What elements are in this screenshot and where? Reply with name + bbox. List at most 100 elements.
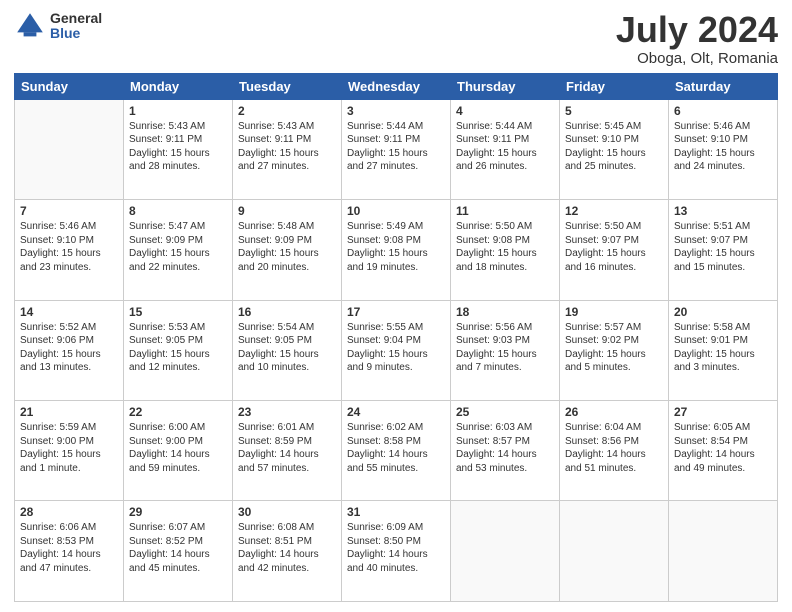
day-number: 17 <box>347 305 445 319</box>
day-info: Sunrise: 6:03 AM Sunset: 8:57 PM Dayligh… <box>456 421 554 475</box>
table-row: 24Sunrise: 6:02 AM Sunset: 8:58 PM Dayli… <box>342 401 451 501</box>
th-saturday: Saturday <box>669 73 778 99</box>
logo-text: General Blue <box>50 11 102 42</box>
day-number: 16 <box>238 305 336 319</box>
header: General Blue July 2024 Oboga, Olt, Roman… <box>14 10 778 67</box>
day-number: 8 <box>129 204 227 218</box>
day-info: Sunrise: 6:00 AM Sunset: 9:00 PM Dayligh… <box>129 421 227 475</box>
table-row: 13Sunrise: 5:51 AM Sunset: 9:07 PM Dayli… <box>669 200 778 300</box>
day-number: 14 <box>20 305 118 319</box>
day-info: Sunrise: 5:44 AM Sunset: 9:11 PM Dayligh… <box>347 120 445 174</box>
day-info: Sunrise: 6:08 AM Sunset: 8:51 PM Dayligh… <box>238 521 336 575</box>
table-row: 19Sunrise: 5:57 AM Sunset: 9:02 PM Dayli… <box>560 300 669 400</box>
table-row: 25 Sunrise: 6:03 AM Sunset: 8:57 PM Dayli… <box>451 401 560 501</box>
day-info: Sunrise: 6:04 AM Sunset: 8:56 PM Dayligh… <box>565 421 663 475</box>
day-number: 4 <box>456 104 554 118</box>
calendar-week-row: 14 Sunrise: 5:52 AM Sunset: 9:06 PM Dayli… <box>15 300 778 400</box>
table-row: 29 Sunrise: 6:07 AM Sunset: 8:52 PM Dayli… <box>124 501 233 602</box>
logo-blue: Blue <box>50 26 102 41</box>
logo: General Blue <box>14 10 102 42</box>
table-row: 21Sunrise: 5:59 AM Sunset: 9:00 PM Dayli… <box>15 401 124 501</box>
table-row: 10 Sunrise: 5:49 AM Sunset: 9:08 PM Dayli… <box>342 200 451 300</box>
day-number: 22 <box>129 405 227 419</box>
day-info: Sunrise: 5:56 AM Sunset: 9:03 PM Dayligh… <box>456 321 554 375</box>
day-info: Sunrise: 6:09 AM Sunset: 8:50 PM Dayligh… <box>347 521 445 575</box>
day-number: 7 <box>20 204 118 218</box>
day-info: Sunrise: 6:07 AM Sunset: 8:52 PM Dayligh… <box>129 521 227 575</box>
day-number: 5 <box>565 104 663 118</box>
day-number: 29 <box>129 505 227 519</box>
day-number: 28 <box>20 505 118 519</box>
calendar-week-row: 28Sunrise: 6:06 AM Sunset: 8:53 PM Dayli… <box>15 501 778 602</box>
table-row: 23Sunrise: 6:01 AM Sunset: 8:59 PM Dayli… <box>233 401 342 501</box>
table-row: 2 Sunrise: 5:43 AM Sunset: 9:11 PM Daylig… <box>233 99 342 199</box>
table-row: 16 Sunrise: 5:54 AM Sunset: 9:05 PM Dayli… <box>233 300 342 400</box>
day-number: 13 <box>674 204 772 218</box>
table-row: 8 Sunrise: 5:47 AM Sunset: 9:09 PM Daylig… <box>124 200 233 300</box>
day-number: 21 <box>20 405 118 419</box>
title-block: July 2024 Oboga, Olt, Romania <box>616 10 778 67</box>
logo-icon <box>14 10 46 42</box>
table-row <box>560 501 669 602</box>
table-row: 7 Sunrise: 5:46 AM Sunset: 9:10 PM Daylig… <box>15 200 124 300</box>
day-info: Sunrise: 5:46 AM Sunset: 9:10 PM Dayligh… <box>674 120 772 174</box>
table-row: 4 Sunrise: 5:44 AM Sunset: 9:11 PM Daylig… <box>451 99 560 199</box>
table-row <box>451 501 560 602</box>
day-info: Sunrise: 5:58 AM Sunset: 9:01 PM Dayligh… <box>674 321 772 375</box>
table-row <box>669 501 778 602</box>
day-number: 31 <box>347 505 445 519</box>
day-info: Sunrise: 5:45 AM Sunset: 9:10 PM Dayligh… <box>565 120 663 174</box>
day-info: Sunrise: 5:50 AM Sunset: 9:07 PM Dayligh… <box>565 220 663 274</box>
day-info: Sunrise: 5:43 AM Sunset: 9:11 PM Dayligh… <box>238 120 336 174</box>
table-row: 22 Sunrise: 6:00 AM Sunset: 9:00 PM Dayli… <box>124 401 233 501</box>
weekday-header-row: Sunday Monday Tuesday Wednesday Thursday… <box>15 73 778 99</box>
day-info: Sunrise: 5:50 AM Sunset: 9:08 PM Dayligh… <box>456 220 554 274</box>
day-info: Sunrise: 5:48 AM Sunset: 9:09 PM Dayligh… <box>238 220 336 274</box>
day-info: Sunrise: 5:46 AM Sunset: 9:10 PM Dayligh… <box>20 220 118 274</box>
day-info: Sunrise: 5:49 AM Sunset: 9:08 PM Dayligh… <box>347 220 445 274</box>
day-number: 11 <box>456 204 554 218</box>
table-row: 27Sunrise: 6:05 AM Sunset: 8:54 PM Dayli… <box>669 401 778 501</box>
day-info: Sunrise: 5:54 AM Sunset: 9:05 PM Dayligh… <box>238 321 336 375</box>
day-number: 12 <box>565 204 663 218</box>
th-sunday: Sunday <box>15 73 124 99</box>
table-row: 14 Sunrise: 5:52 AM Sunset: 9:06 PM Dayli… <box>15 300 124 400</box>
th-tuesday: Tuesday <box>233 73 342 99</box>
main-title: July 2024 <box>616 10 778 50</box>
table-row: 18 Sunrise: 5:56 AM Sunset: 9:03 PM Dayli… <box>451 300 560 400</box>
day-number: 27 <box>674 405 772 419</box>
day-number: 25 <box>456 405 554 419</box>
day-number: 3 <box>347 104 445 118</box>
day-number: 2 <box>238 104 336 118</box>
table-row: 9 Sunrise: 5:48 AM Sunset: 9:09 PM Daylig… <box>233 200 342 300</box>
table-row: 30 Sunrise: 6:08 AM Sunset: 8:51 PM Dayli… <box>233 501 342 602</box>
day-number: 6 <box>674 104 772 118</box>
day-info: Sunrise: 5:55 AM Sunset: 9:04 PM Dayligh… <box>347 321 445 375</box>
table-row: 28Sunrise: 6:06 AM Sunset: 8:53 PM Dayli… <box>15 501 124 602</box>
day-info: Sunrise: 5:43 AM Sunset: 9:11 PM Dayligh… <box>129 120 227 174</box>
table-row: 3 Sunrise: 5:44 AM Sunset: 9:11 PM Daylig… <box>342 99 451 199</box>
day-info: Sunrise: 5:47 AM Sunset: 9:09 PM Dayligh… <box>129 220 227 274</box>
table-row: 15Sunrise: 5:53 AM Sunset: 9:05 PM Dayli… <box>124 300 233 400</box>
table-row: 12 Sunrise: 5:50 AM Sunset: 9:07 PM Dayli… <box>560 200 669 300</box>
table-row: 1 Sunrise: 5:43 AM Sunset: 9:11 PM Daylig… <box>124 99 233 199</box>
logo-general: General <box>50 11 102 26</box>
day-info: Sunrise: 5:44 AM Sunset: 9:11 PM Dayligh… <box>456 120 554 174</box>
day-number: 23 <box>238 405 336 419</box>
day-number: 30 <box>238 505 336 519</box>
day-number: 10 <box>347 204 445 218</box>
day-number: 20 <box>674 305 772 319</box>
day-info: Sunrise: 5:57 AM Sunset: 9:02 PM Dayligh… <box>565 321 663 375</box>
day-number: 1 <box>129 104 227 118</box>
day-number: 9 <box>238 204 336 218</box>
day-number: 18 <box>456 305 554 319</box>
page: General Blue July 2024 Oboga, Olt, Roman… <box>0 0 792 612</box>
table-row: 5 Sunrise: 5:45 AM Sunset: 9:10 PM Daylig… <box>560 99 669 199</box>
table-row: 17 Sunrise: 5:55 AM Sunset: 9:04 PM Dayli… <box>342 300 451 400</box>
calendar-week-row: 7 Sunrise: 5:46 AM Sunset: 9:10 PM Daylig… <box>15 200 778 300</box>
table-row <box>15 99 124 199</box>
day-number: 26 <box>565 405 663 419</box>
day-info: Sunrise: 5:52 AM Sunset: 9:06 PM Dayligh… <box>20 321 118 375</box>
subtitle: Oboga, Olt, Romania <box>616 50 778 67</box>
calendar-week-row: 21Sunrise: 5:59 AM Sunset: 9:00 PM Dayli… <box>15 401 778 501</box>
